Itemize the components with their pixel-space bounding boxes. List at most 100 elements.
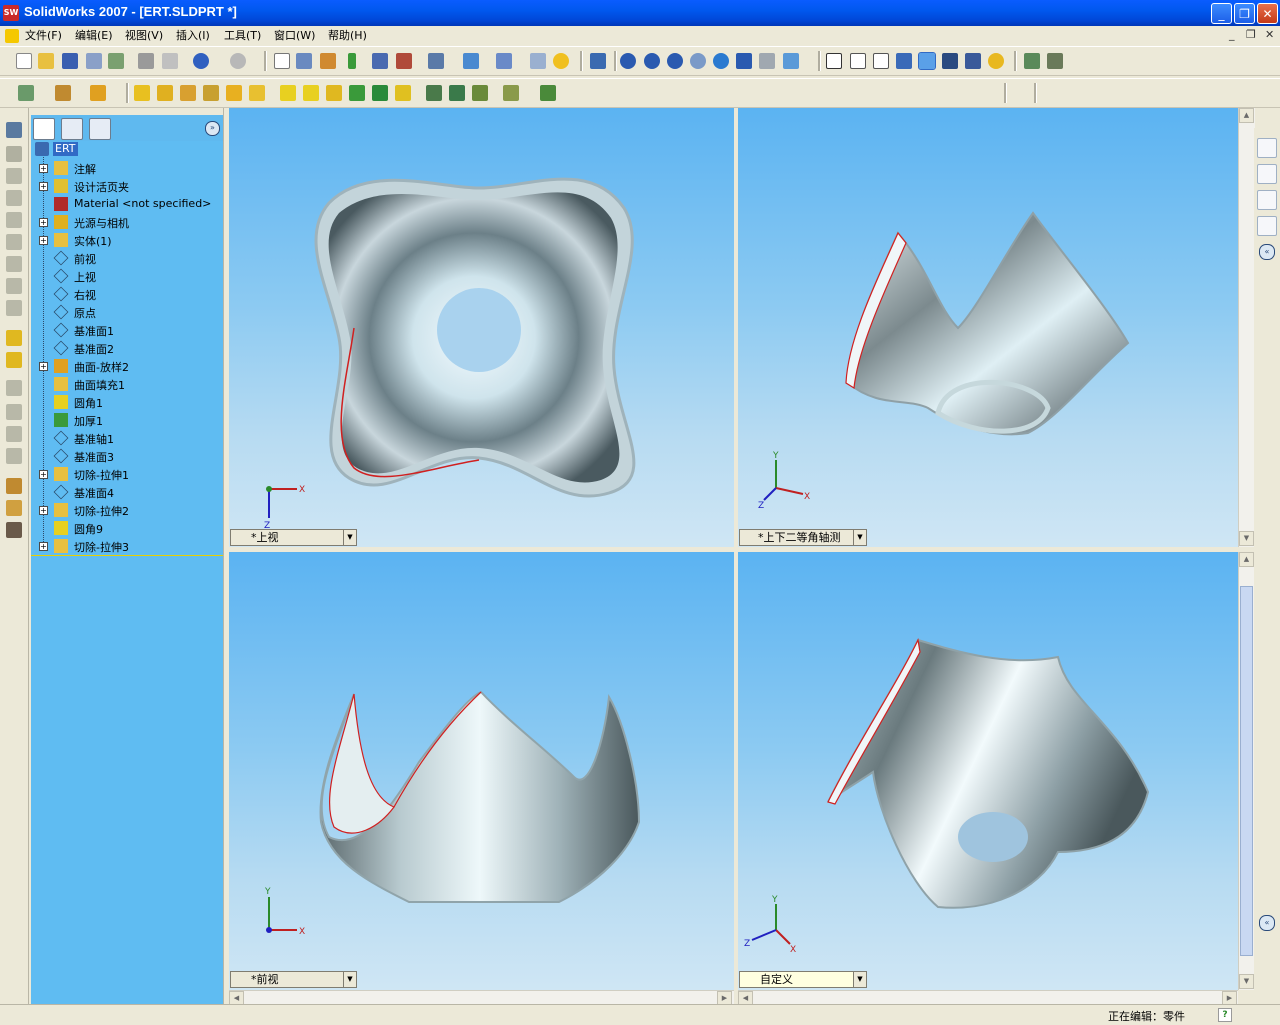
chevron-down-icon[interactable]: ▼ — [343, 972, 356, 987]
view-palette-icon[interactable] — [1257, 216, 1277, 236]
section-view-icon[interactable] — [965, 53, 981, 69]
menu-window[interactable]: 窗口(W) — [274, 28, 315, 44]
shadows-icon[interactable] — [942, 53, 958, 69]
zebra-stripes-icon[interactable] — [1047, 53, 1063, 69]
menu-file[interactable]: 文件(F) — [25, 28, 62, 44]
shell-icon[interactable] — [349, 85, 365, 101]
expand-plus-icon[interactable]: + — [39, 236, 48, 245]
hidden-lines-removed-icon[interactable] — [873, 53, 889, 69]
split-line-icon[interactable] — [6, 380, 22, 396]
tree-item[interactable]: 加厚1 — [31, 411, 223, 429]
standard-views-icon[interactable] — [783, 53, 799, 69]
circular-pattern-icon[interactable] — [449, 85, 465, 101]
zoom-in-out-icon[interactable] — [667, 53, 683, 69]
rotate-view-icon[interactable] — [713, 53, 729, 69]
horizontal-scrollbar-right[interactable]: ◀ ▶ — [738, 990, 1238, 1005]
hidden-lines-visible-icon[interactable] — [850, 53, 866, 69]
close-button[interactable]: ✕ — [1257, 3, 1278, 24]
library-icon[interactable] — [1257, 164, 1277, 184]
solidworks-app-icon[interactable]: SW — [3, 5, 19, 21]
tree-item[interactable]: 右视 — [31, 285, 223, 303]
tree-item[interactable]: + 曲面-放样2 — [31, 357, 223, 375]
doc-minimize-icon[interactable]: _ — [1229, 28, 1235, 41]
print-preview-icon[interactable] — [162, 53, 178, 69]
swept-boss-icon[interactable] — [226, 85, 242, 101]
expand-plus-icon[interactable]: + — [39, 182, 48, 191]
menu-tools[interactable]: 工具(T) — [224, 28, 261, 44]
zoom-to-fit-icon[interactable] — [620, 53, 636, 69]
viewport-bottom-left[interactable]: Y X *前视 ▼ — [229, 552, 734, 990]
doc-close-icon[interactable]: ✕ — [1265, 28, 1274, 41]
rebuild-icon[interactable] — [348, 53, 356, 69]
tree-item[interactable]: 基准面4 — [31, 483, 223, 501]
make-assembly-icon[interactable] — [108, 53, 124, 69]
sketch-icon[interactable] — [320, 53, 336, 69]
chevron-down-icon[interactable]: ▼ — [343, 530, 356, 545]
pan-icon[interactable] — [736, 53, 752, 69]
view-selector-top-right[interactable]: *上下二等角轴测 ▼ — [739, 529, 867, 546]
features-icon[interactable] — [18, 85, 34, 101]
expand-task-pane-icon[interactable]: « — [1259, 244, 1275, 260]
tree-item[interactable]: + 切除-拉伸1 — [31, 465, 223, 483]
tree-item[interactable]: + 光源与相机 — [31, 213, 223, 231]
tree-item[interactable]: 前视 — [31, 249, 223, 267]
minimize-button[interactable]: _ — [1211, 3, 1232, 24]
view-selector-bottom-right[interactable]: 自定义 ▼ — [739, 971, 867, 988]
expand-plus-icon[interactable]: + — [39, 470, 48, 479]
wireframe-icon[interactable] — [826, 53, 842, 69]
extend-surface-icon[interactable] — [6, 522, 22, 538]
doc-restore-icon[interactable]: ❐ — [1246, 28, 1256, 41]
expand-plus-icon[interactable]: + — [39, 218, 48, 227]
grid-icon[interactable] — [372, 53, 388, 69]
vertical-scrollbar-top[interactable]: ▲ ▼ — [1238, 108, 1255, 547]
lofted-boss-icon[interactable] — [249, 85, 265, 101]
scroll-up-icon[interactable]: ▲ — [1239, 552, 1254, 567]
realview-icon[interactable] — [988, 53, 1004, 69]
reference-geometry-icon[interactable] — [55, 85, 71, 101]
file-explorer-icon[interactable] — [1257, 190, 1277, 210]
redo-icon[interactable] — [230, 53, 246, 69]
measure-icon[interactable] — [463, 53, 479, 69]
tree-item[interactable]: 曲面填充1 — [31, 375, 223, 393]
tree-item[interactable]: 基准面2 — [31, 339, 223, 357]
scroll-down-icon[interactable]: ▼ — [1239, 531, 1254, 546]
tree-item[interactable]: + 实体(1) — [31, 231, 223, 249]
cut-command-icon[interactable] — [6, 234, 22, 250]
extrude-command-icon[interactable] — [6, 122, 22, 138]
tree-item[interactable]: + 设计活页夹 — [31, 177, 223, 195]
tree-item[interactable]: + 切除-拉伸2 — [31, 501, 223, 519]
collapse-panel-icon[interactable]: » — [205, 121, 220, 136]
chevron-down-icon[interactable]: ▼ — [853, 972, 866, 987]
viewport-top-left[interactable]: X Z *上视 ▼ — [229, 108, 734, 547]
trim-surface-icon[interactable] — [6, 500, 22, 516]
scroll-left-icon[interactable]: ◀ — [738, 991, 753, 1005]
surface-command-icon[interactable] — [6, 352, 22, 368]
expand-plus-icon[interactable]: + — [39, 164, 48, 173]
tree-item[interactable]: 圆角1 — [31, 393, 223, 411]
vertical-view-splitter[interactable] — [734, 108, 738, 1004]
tree-item[interactable]: 上视 — [31, 267, 223, 285]
feature-manager-tab[interactable] — [33, 118, 55, 140]
scroll-up-icon[interactable]: ▲ — [1239, 108, 1254, 123]
window-layout-icon[interactable] — [496, 53, 512, 69]
print-icon[interactable] — [138, 53, 154, 69]
roll-view-icon[interactable] — [759, 53, 775, 69]
select-icon[interactable] — [274, 53, 290, 69]
tree-item[interactable]: 原点 — [31, 303, 223, 321]
tree-item[interactable]: 基准面3 — [31, 447, 223, 465]
make-drawing-icon[interactable] — [86, 53, 102, 69]
viewport-top-right[interactable]: Y X Z *上下二等角轴测 ▼ — [738, 108, 1238, 547]
undo-icon[interactable] — [193, 53, 209, 69]
shape-command-icon[interactable] — [6, 278, 22, 294]
home-icon[interactable] — [1257, 138, 1277, 158]
property-manager-tab[interactable] — [61, 118, 83, 140]
revolved-boss-icon[interactable] — [180, 85, 196, 101]
mirror-icon[interactable] — [472, 85, 488, 101]
menu-help[interactable]: 帮助(H) — [328, 28, 367, 44]
document-icon[interactable] — [5, 29, 19, 43]
offset-surface-icon[interactable] — [6, 426, 22, 442]
tree-item[interactable]: + 切除-拉伸3 — [31, 537, 223, 555]
knit-surface-icon[interactable] — [6, 478, 22, 494]
new-file-icon[interactable] — [16, 53, 32, 69]
tree-item[interactable]: + 注解 — [31, 159, 223, 177]
